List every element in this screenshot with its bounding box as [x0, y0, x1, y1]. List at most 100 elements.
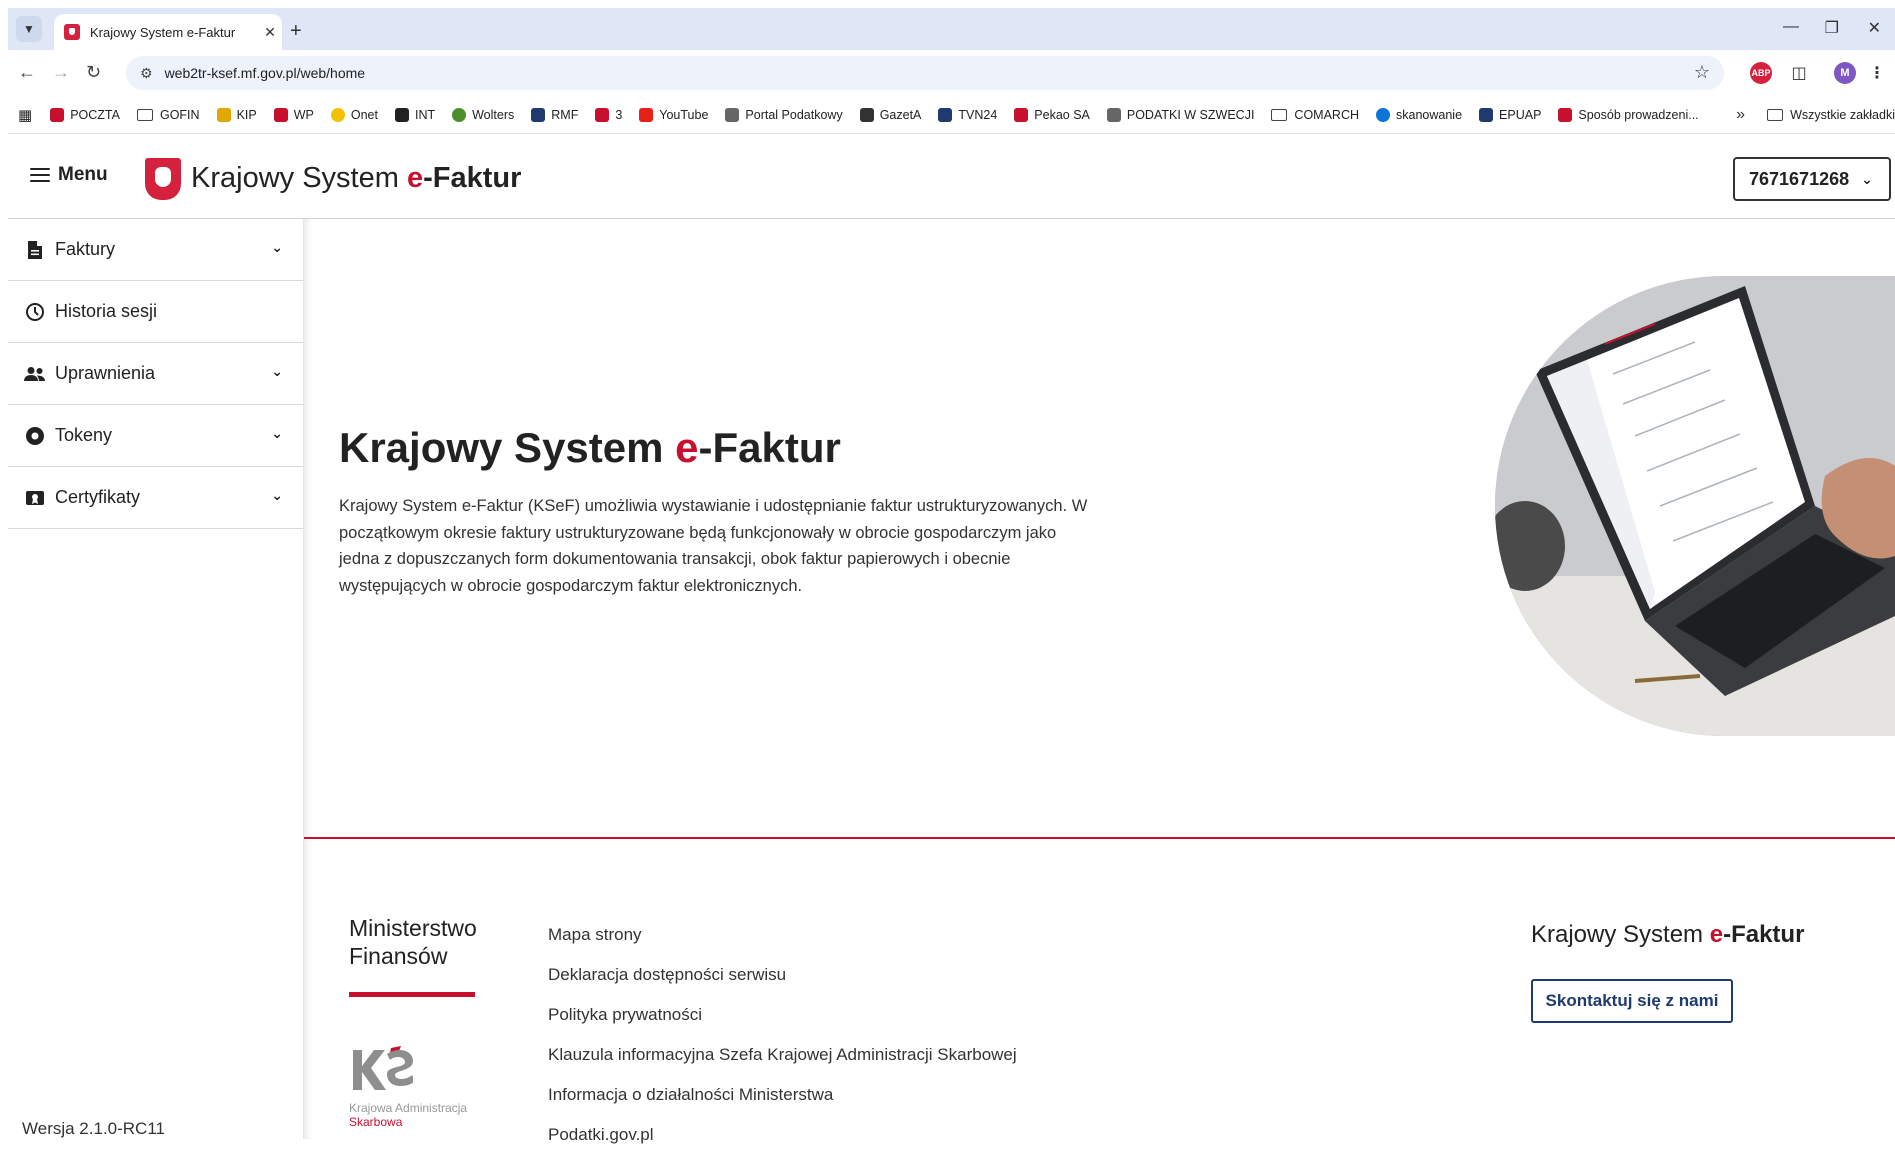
address-bar[interactable]: ⚙ web2tr-ksef.mf.gov.pl/web/home ☆ — [126, 56, 1724, 90]
bookmark-star-icon[interactable]: ☆ — [1694, 62, 1710, 83]
main-content: Krajowy System e-Faktur Krajowy System e… — [304, 219, 1895, 1144]
all-bookmarks-label: Wszystkie zakładki — [1790, 107, 1895, 122]
globe-icon — [452, 107, 467, 122]
bookmark-item[interactable]: skanowanie — [1376, 107, 1462, 122]
tab-search-chevron-icon[interactable]: ▼ — [16, 16, 42, 42]
site-settings-icon[interactable]: ⚙ — [140, 65, 153, 82]
bookmarks-overflow-icon[interactable]: » — [1736, 106, 1745, 124]
reload-icon[interactable]: ↻ — [86, 62, 101, 83]
folder-icon — [136, 108, 153, 121]
folder-icon — [1767, 108, 1784, 121]
bookmark-item[interactable]: KIP — [216, 107, 257, 122]
bookmark-item[interactable]: PODATKI W SZWECJI — [1106, 107, 1255, 122]
footer-link-mapa-strony[interactable]: Mapa strony — [548, 923, 1017, 963]
app-version: Wersja 2.1.0-RC11 — [22, 1119, 165, 1138]
bookmark-item[interactable]: RMF — [531, 107, 578, 122]
bookmark-item[interactable]: WP — [273, 107, 314, 122]
sidebar-item-certyfikaty[interactable]: Certyfikaty ⌄ — [8, 467, 303, 529]
ministry-line1: Ministerstwo — [349, 915, 477, 941]
bookmark-item[interactable]: INT — [394, 107, 436, 122]
bookmark-item[interactable]: GazetA — [859, 107, 921, 122]
tab-favicon-icon — [64, 24, 80, 40]
nip-context-select[interactable]: 7671671268 ⌄ — [1733, 157, 1891, 201]
hero-title-prefix: Krajowy System — [339, 424, 676, 471]
footer-link-informacja[interactable]: Informacja o działalności Ministerstwa — [548, 1083, 1017, 1123]
bookmark-label: Pekao SA — [1034, 107, 1090, 122]
app-title[interactable]: Krajowy System e-Faktur — [191, 162, 521, 195]
clock-icon — [24, 301, 46, 323]
bookmark-item[interactable]: COMARCH — [1271, 108, 1359, 122]
minimize-icon[interactable]: — — [1783, 18, 1799, 36]
back-arrow-icon[interactable]: ← — [18, 62, 36, 83]
ministry-of-finance-logo[interactable]: Ministerstwo Finansów — [349, 914, 477, 997]
chevron-down-icon: ⌄ — [1861, 170, 1873, 187]
bookmark-item[interactable]: GOFIN — [136, 108, 200, 122]
footer-brand: Krajowy System e-Faktur — [1531, 921, 1804, 949]
pekao-icon — [1014, 107, 1029, 122]
footer-link-deklaracja[interactable]: Deklaracja dostępności serwisu — [548, 963, 1017, 1003]
sidebar-item-tokeny[interactable]: Tokeny ⌄ — [8, 405, 303, 467]
bookmark-item[interactable]: Pekao SA — [1014, 107, 1090, 122]
footer-brand-suffix: -Faktur — [1723, 921, 1805, 948]
bookmark-item[interactable]: 3 — [595, 107, 622, 122]
bookmark-label: INT — [414, 107, 436, 122]
g-letter-icon — [859, 107, 874, 122]
bookmark-label: WP — [293, 107, 314, 122]
sidebar-item-uprawnienia[interactable]: Uprawnienia ⌄ — [8, 343, 303, 405]
token-icon — [24, 425, 46, 447]
footer-brand-prefix: Krajowy System — [1531, 921, 1710, 948]
bookmark-item[interactable]: YouTube — [639, 107, 708, 122]
extensions-puzzle-icon[interactable]: ◫ — [1788, 62, 1810, 84]
bookmark-label: Wolters — [472, 107, 515, 122]
contact-us-button[interactable]: Skontaktuj się z nami — [1531, 979, 1733, 1023]
adblock-extension-icon[interactable]: ABP — [1750, 62, 1772, 84]
person-icon — [1106, 107, 1121, 122]
sidebar-item-faktury[interactable]: Faktury ⌄ — [8, 219, 303, 281]
new-tab-plus-icon[interactable]: + — [290, 20, 302, 43]
epuap-icon — [1479, 107, 1494, 122]
nip-value: 7671671268 — [1749, 168, 1850, 189]
browser-tab[interactable]: Krajowy System e-Faktur ✕ — [54, 14, 282, 50]
restore-icon[interactable]: ❐ — [1825, 18, 1839, 38]
bookmark-item[interactable]: Sposób prowadzeni... — [1558, 107, 1699, 122]
feather-icon — [725, 107, 740, 122]
kas-line2: Skarbowa — [349, 1115, 403, 1129]
bookmark-item[interactable]: TVN24 — [938, 107, 997, 122]
bookmark-item[interactable]: POCZTA — [50, 107, 120, 122]
bookmark-label: EPUAP — [1499, 107, 1542, 122]
bookmarks-bar: ▦ POCZTA GOFIN KIP WP Onet INT Wolters RMF 3 YouT… — [8, 96, 1895, 134]
hero-title: Krajowy System e-Faktur — [339, 424, 841, 472]
youtube-icon — [639, 107, 654, 122]
tab-close-icon[interactable]: ✕ — [258, 24, 282, 41]
browser-menu-dots-icon[interactable]: ⋮ — [1866, 62, 1888, 84]
window-close-icon[interactable]: ✕ — [1868, 18, 1881, 38]
rmf-logo-icon — [531, 107, 546, 122]
ministry-line2: Finansów — [349, 943, 448, 969]
bookmark-item[interactable]: Onet — [330, 107, 378, 122]
bookmark-item[interactable]: Portal Podatkowy — [725, 107, 843, 122]
bookmark-label: COMARCH — [1294, 107, 1360, 122]
footer-links: Mapa strony Deklaracja dostępności serwi… — [548, 923, 1017, 1163]
certificate-icon — [24, 487, 46, 509]
tab-title: Krajowy System e-Faktur — [90, 24, 236, 40]
hamburger-icon — [30, 168, 50, 182]
profile-avatar[interactable]: M — [1834, 62, 1856, 84]
int-logo-icon — [394, 107, 409, 122]
shield-icon — [216, 107, 231, 122]
kas-logo[interactable]: Krajowa Administracja Skarbowa — [349, 1044, 489, 1129]
app-header: Menu Krajowy System e-Faktur 7671671268 … — [8, 134, 1895, 219]
bookmark-label: Onet — [350, 107, 378, 122]
bookmark-label: PODATKI W SZWECJI — [1126, 107, 1255, 122]
apps-grid-icon[interactable]: ▦ — [18, 106, 32, 124]
bookmark-item[interactable]: EPUAP — [1479, 107, 1542, 122]
footer-link-klauzula[interactable]: Klauzula informacyjna Szefa Krajowej Adm… — [548, 1043, 1017, 1083]
bookmark-item[interactable]: Wolters — [452, 107, 515, 122]
sidebar-item-label: Faktury — [55, 239, 116, 259]
forward-arrow-icon[interactable]: → — [52, 62, 70, 83]
chevron-down-icon: ⌄ — [271, 363, 283, 379]
footer-link-polityka[interactable]: Polityka prywatności — [548, 1003, 1017, 1043]
footer-link-podatki[interactable]: Podatki.gov.pl — [548, 1123, 1017, 1163]
menu-button[interactable]: Menu — [30, 164, 108, 186]
all-bookmarks-button[interactable]: Wszystkie zakładki — [1767, 108, 1895, 122]
sidebar-item-historia-sesji[interactable]: Historia sesji — [8, 281, 303, 343]
